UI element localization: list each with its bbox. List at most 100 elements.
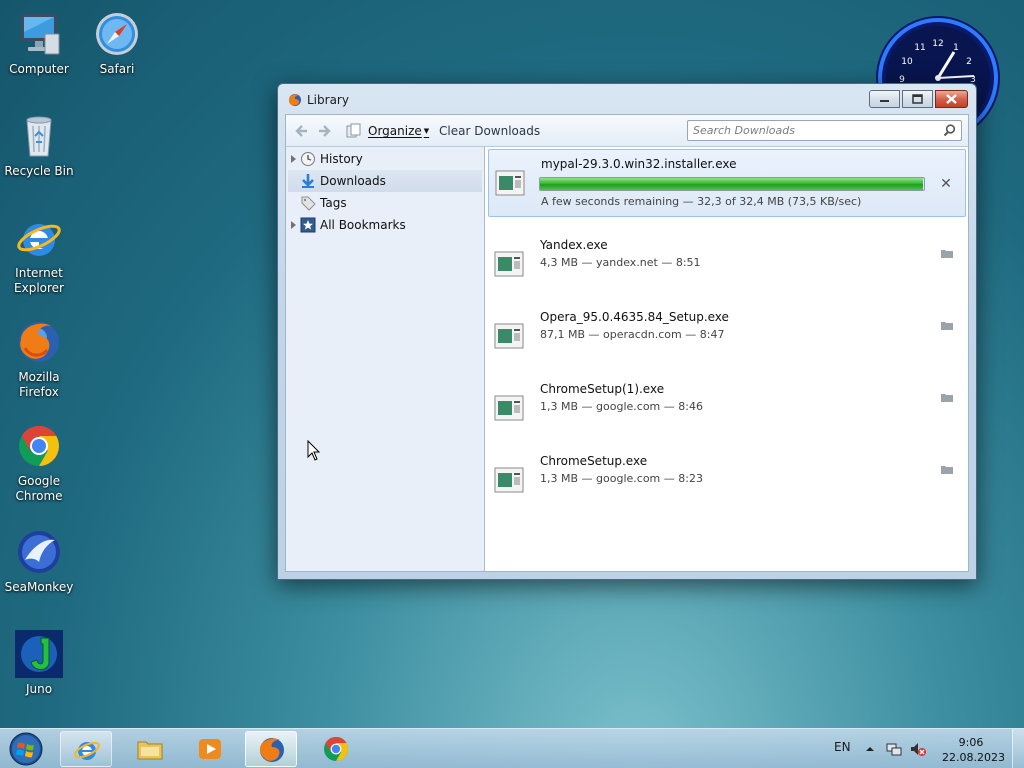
clock-number: 2 <box>966 57 972 67</box>
chrome-icon <box>322 735 350 763</box>
sidebar-item-downloads[interactable]: Downloads <box>288 170 482 192</box>
start-button[interactable] <box>6 730 46 768</box>
clock-number: 10 <box>901 57 913 67</box>
desktop-icon-computer[interactable]: Computer <box>0 10 78 77</box>
window-title: Library <box>307 93 349 107</box>
library-toolbar: Organize ▼ Clear Downloads <box>286 115 968 147</box>
firefox-icon <box>15 318 63 366</box>
desktop-icon-label: Juno <box>25 682 53 696</box>
download-status: 1,3 MB — google.com — 8:46 <box>540 400 703 413</box>
volume-muted-icon[interactable] <box>910 741 926 757</box>
close-icon <box>946 94 957 104</box>
folder-icon <box>941 466 953 474</box>
sidebar-item-tags[interactable]: Tags <box>286 192 484 214</box>
title-bar[interactable]: Library <box>278 84 976 114</box>
taskbar-explorer[interactable] <box>124 731 176 767</box>
sidebar-item-all-bookmarks[interactable]: All Bookmarks <box>286 214 484 236</box>
download-filename: mypal-29.3.0.win32.installer.exe <box>541 157 737 171</box>
firefox-icon <box>288 93 302 107</box>
sidebar-item-label: All Bookmarks <box>320 218 406 232</box>
exe-file-icon <box>494 323 524 349</box>
desktop-icon-safari[interactable]: Safari <box>78 10 156 77</box>
desktop-icon-chrome[interactable]: Google Chrome <box>0 422 78 504</box>
clock-date: 22.08.2023 <box>942 751 1005 764</box>
desktop-icon-label: Safari <box>99 62 135 76</box>
desktop-icon-label: Mozilla Firefox <box>18 370 60 399</box>
forward-button[interactable] <box>316 123 332 139</box>
folder-icon <box>941 322 953 330</box>
expand-triangle-icon[interactable] <box>291 221 296 229</box>
sidebar-item-label: Downloads <box>320 174 386 188</box>
language-indicator[interactable]: EN <box>834 740 851 754</box>
download-progress-bar <box>539 177 925 191</box>
desktop-icon-label: Computer <box>9 62 69 76</box>
open-folder-button[interactable] <box>940 248 954 259</box>
safari-icon <box>93 10 141 58</box>
bookmarks-star-icon <box>300 217 316 233</box>
seamonkey-icon <box>15 528 63 576</box>
download-item-active[interactable]: mypal-29.3.0.win32.installer.exe A few s… <box>488 149 966 217</box>
download-filename: ChromeSetup.exe <box>540 454 648 468</box>
exe-file-icon <box>494 467 524 493</box>
clock-time: 9:06 <box>958 736 984 749</box>
network-icon[interactable] <box>886 741 902 757</box>
back-button[interactable] <box>294 123 310 139</box>
expand-triangle-icon[interactable] <box>291 155 296 163</box>
search-icon[interactable] <box>943 124 956 137</box>
juno-icon <box>15 630 63 678</box>
show-desktop-button[interactable] <box>1012 729 1024 768</box>
organize-button[interactable]: Organize ▼ <box>368 124 429 138</box>
open-folder-button[interactable] <box>940 464 954 475</box>
maximize-button[interactable] <box>902 90 933 108</box>
download-status: A few seconds remaining — 32,3 of 32,4 M… <box>541 195 862 208</box>
desktop-icon-label: SeaMonkey <box>4 580 74 594</box>
download-item[interactable]: Yandex.exe 4,3 MB — yandex.net — 8:51 <box>488 231 966 299</box>
download-item[interactable]: ChromeSetup(1).exe 1,3 MB — google.com —… <box>488 375 966 443</box>
downloads-list: mypal-29.3.0.win32.installer.exe A few s… <box>486 147 968 571</box>
start-orb-icon <box>9 732 43 766</box>
clock-number: 11 <box>914 43 925 53</box>
exe-file-icon <box>494 395 524 421</box>
organize-label: Organize <box>368 124 422 138</box>
clear-downloads-button[interactable]: Clear Downloads <box>439 124 540 138</box>
open-folder-button[interactable] <box>940 392 954 403</box>
taskbar-media-player[interactable] <box>184 731 236 767</box>
download-progress-fill <box>540 178 923 190</box>
desktop-icon-internet-explorer[interactable]: Internet Explorer <box>0 214 78 296</box>
forward-arrow-icon <box>319 125 331 137</box>
download-status: 4,3 MB — yandex.net — 8:51 <box>540 256 701 269</box>
taskbar-internet-explorer[interactable] <box>60 731 112 767</box>
open-folder-button[interactable] <box>940 320 954 331</box>
desktop-icon-juno[interactable]: Juno <box>0 630 78 697</box>
show-hidden-icons-button[interactable] <box>862 741 878 757</box>
close-button[interactable] <box>935 90 968 108</box>
download-status: 87,1 MB — operacdn.com — 8:47 <box>540 328 725 341</box>
sidebar-item-label: History <box>320 152 363 166</box>
download-item[interactable]: ChromeSetup.exe 1,3 MB — google.com — 8:… <box>488 447 966 515</box>
search-box[interactable] <box>687 120 962 141</box>
sidebar-item-history[interactable]: History <box>286 148 484 170</box>
taskbar-firefox[interactable] <box>245 731 297 767</box>
desktop-icon-recycle-bin[interactable]: Recycle Bin <box>0 112 78 179</box>
search-downloads-input[interactable] <box>688 121 928 140</box>
library-sidebar: History Downloads Tags All Bookmarks <box>286 147 485 571</box>
desktop-icon-firefox[interactable]: Mozilla Firefox <box>0 318 78 400</box>
download-filename: ChromeSetup(1).exe <box>540 382 665 396</box>
mouse-cursor-icon <box>307 439 321 462</box>
organize-pages-icon <box>346 123 362 139</box>
cancel-download-button[interactable]: ✕ <box>939 177 953 191</box>
folder-icon <box>941 250 953 258</box>
exe-file-icon <box>495 170 525 196</box>
download-status: 1,3 MB — google.com — 8:23 <box>540 472 703 485</box>
download-item[interactable]: Opera_95.0.4635.84_Setup.exe 87,1 MB — o… <box>488 303 966 371</box>
internet-explorer-icon <box>15 214 63 262</box>
firefox-icon <box>258 736 286 764</box>
library-window[interactable]: Library Organize ▼ Clear Downloads Searc… <box>277 83 977 580</box>
desktop-icon-label: Google Chrome <box>15 474 63 503</box>
taskbar-chrome[interactable] <box>310 731 362 767</box>
chrome-icon <box>15 422 63 470</box>
media-player-icon <box>196 735 224 763</box>
desktop-icon-seamonkey[interactable]: SeaMonkey <box>0 528 78 595</box>
minimize-button[interactable] <box>869 90 900 108</box>
taskbar-clock[interactable]: 9:06 22.08.2023 <box>942 735 1005 765</box>
